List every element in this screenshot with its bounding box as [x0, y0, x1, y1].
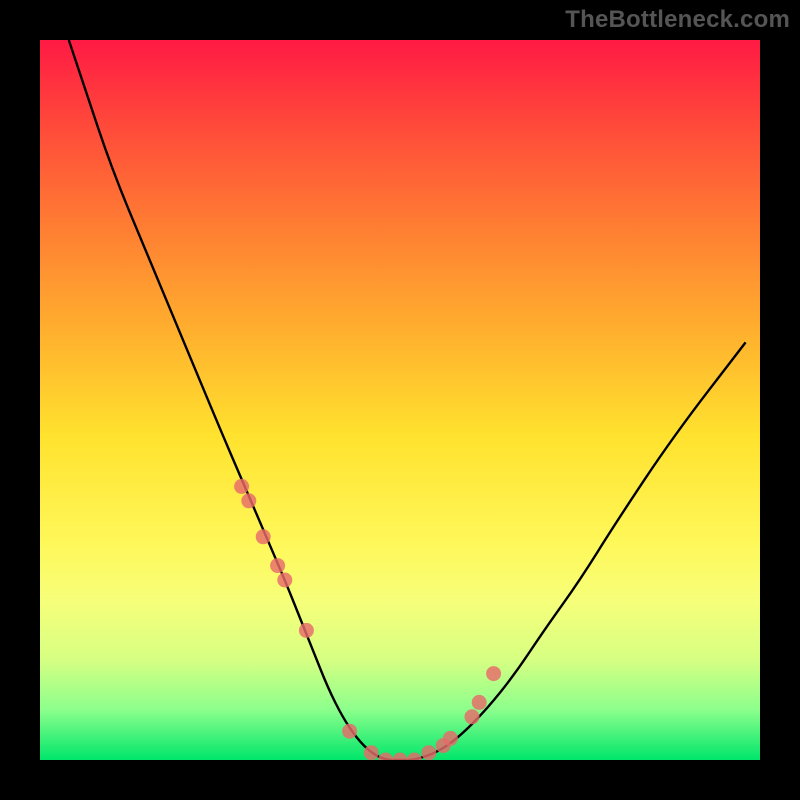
marker-point: [486, 666, 501, 681]
watermark-text: TheBottleneck.com: [565, 6, 790, 34]
bottleneck-curve: [69, 40, 746, 760]
marker-point: [465, 709, 480, 724]
marker-point: [421, 745, 436, 760]
marker-point: [378, 753, 393, 761]
marker-point: [472, 695, 487, 710]
marker-point: [299, 623, 314, 638]
marker-point: [364, 745, 379, 760]
curve-svg: [40, 40, 760, 760]
marker-point: [256, 529, 271, 544]
marker-point: [443, 731, 458, 746]
plot-area: [40, 40, 760, 760]
marker-point: [407, 753, 422, 761]
marker-point: [277, 573, 292, 588]
marker-point: [234, 479, 249, 494]
marker-point: [342, 724, 357, 739]
marker-point: [270, 558, 285, 573]
marker-point: [393, 753, 408, 761]
highlight-markers: [234, 479, 501, 760]
chart-frame: TheBottleneck.com: [0, 0, 800, 800]
marker-point: [241, 493, 256, 508]
